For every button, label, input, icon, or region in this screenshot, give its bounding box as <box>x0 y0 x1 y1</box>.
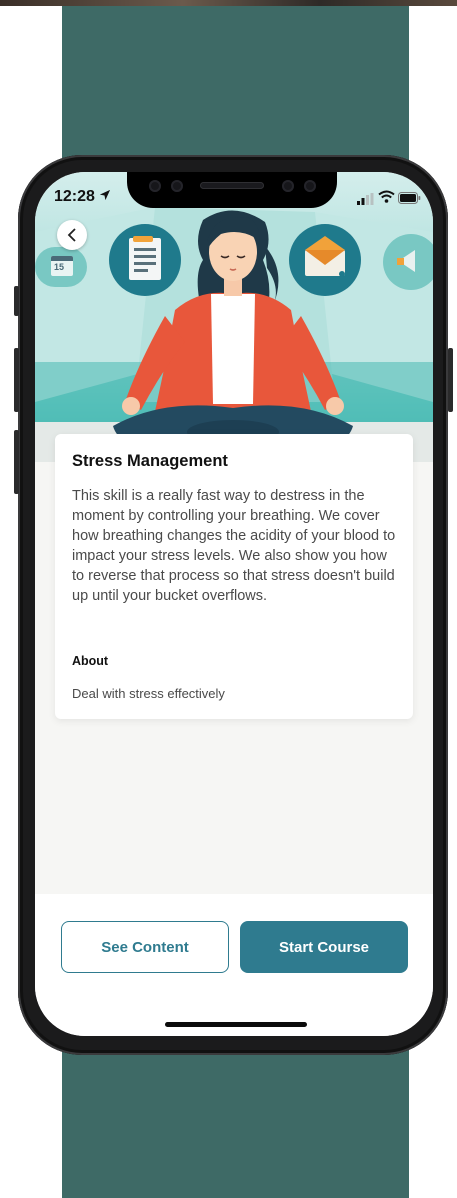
side-button-volume-up <box>14 348 19 412</box>
megaphone-icon <box>383 234 433 290</box>
sensor-dot <box>171 180 183 192</box>
sensor-dot-right <box>282 180 294 192</box>
home-indicator[interactable] <box>165 1022 307 1027</box>
chevron-left-icon <box>65 227 79 248</box>
about-heading: About <box>72 654 109 668</box>
wifi-icon <box>378 190 395 208</box>
calendar-icon: 15 <box>35 247 89 287</box>
course-info-card: Stress Management This skill is a really… <box>55 434 413 719</box>
meditating-woman-illustration <box>113 210 353 452</box>
bottom-action-bar: See Content Start Course <box>35 894 433 1036</box>
front-camera <box>149 180 161 192</box>
notch <box>127 172 337 208</box>
start-course-button[interactable]: Start Course <box>240 921 408 973</box>
face-id-sensor <box>304 180 316 192</box>
course-title: Stress Management <box>72 452 228 470</box>
cellular-signal-icon <box>357 192 375 210</box>
side-button-silent <box>14 286 19 316</box>
location-arrow-icon <box>98 189 111 207</box>
status-time: 12:28 <box>54 188 95 205</box>
see-content-button[interactable]: See Content <box>61 921 229 973</box>
status-icons <box>357 190 421 205</box>
calendar-number: 15 <box>54 262 65 272</box>
about-text: Deal with stress effectively <box>72 686 225 701</box>
back-button[interactable] <box>57 220 87 250</box>
battery-icon <box>398 191 421 209</box>
side-button-power <box>448 348 453 412</box>
status-bar: 12:28 <box>35 172 433 222</box>
speaker-grille <box>200 182 264 189</box>
phone-screen: 15 12:28 Stress Management This skill is… <box>35 172 433 1036</box>
course-description: This skill is a really fast way to destr… <box>72 488 396 604</box>
side-button-volume-down <box>14 430 19 494</box>
